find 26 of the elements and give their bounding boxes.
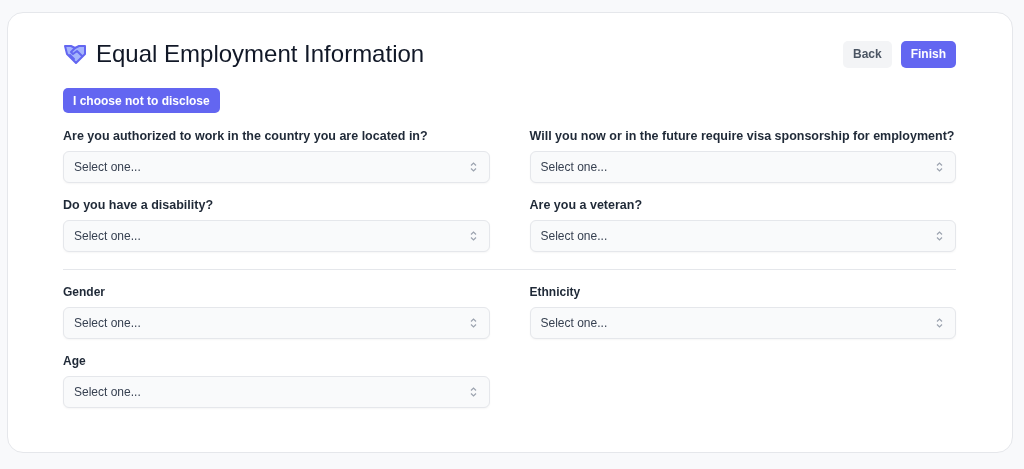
page-title: Equal Employment Information <box>96 40 425 68</box>
chevron-up-down-icon <box>469 318 477 328</box>
select-field[interactable]: Select one... <box>529 151 956 183</box>
decline-button[interactable]: I choose not to disclose <box>63 88 220 113</box>
field-label: Are you a veteran? <box>529 198 644 212</box>
chevron-up-down-icon <box>469 162 477 172</box>
field-label: Do you have a disability? <box>63 198 215 212</box>
field-label: Gender <box>63 285 106 299</box>
chevron-up-down-icon <box>936 318 943 328</box>
field-label: Age <box>63 354 87 368</box>
finish-button[interactable]: Finish <box>900 40 956 68</box>
field-label: Ethnicity <box>529 285 582 299</box>
chevron-up-down-icon <box>936 231 943 241</box>
chevron-up-down-icon <box>936 162 943 172</box>
handshake-icon <box>63 43 87 65</box>
field-label: Are you authorized to work in the country you are located in? <box>63 129 429 143</box>
select-field[interactable]: Select one... <box>63 307 490 339</box>
field-label: Will you now or in the future require visa sponsorship for employment? <box>529 129 956 143</box>
chevron-up-down-icon <box>469 387 477 397</box>
select-field[interactable]: Select one... <box>63 376 490 408</box>
select-field[interactable]: Select one... <box>63 220 490 252</box>
select-field[interactable]: Select one... <box>63 151 490 183</box>
back-button[interactable]: Back <box>842 40 892 68</box>
chevron-up-down-icon <box>469 231 477 241</box>
select-field[interactable]: Select one... <box>529 220 956 252</box>
select-field[interactable]: Select one... <box>529 307 956 339</box>
